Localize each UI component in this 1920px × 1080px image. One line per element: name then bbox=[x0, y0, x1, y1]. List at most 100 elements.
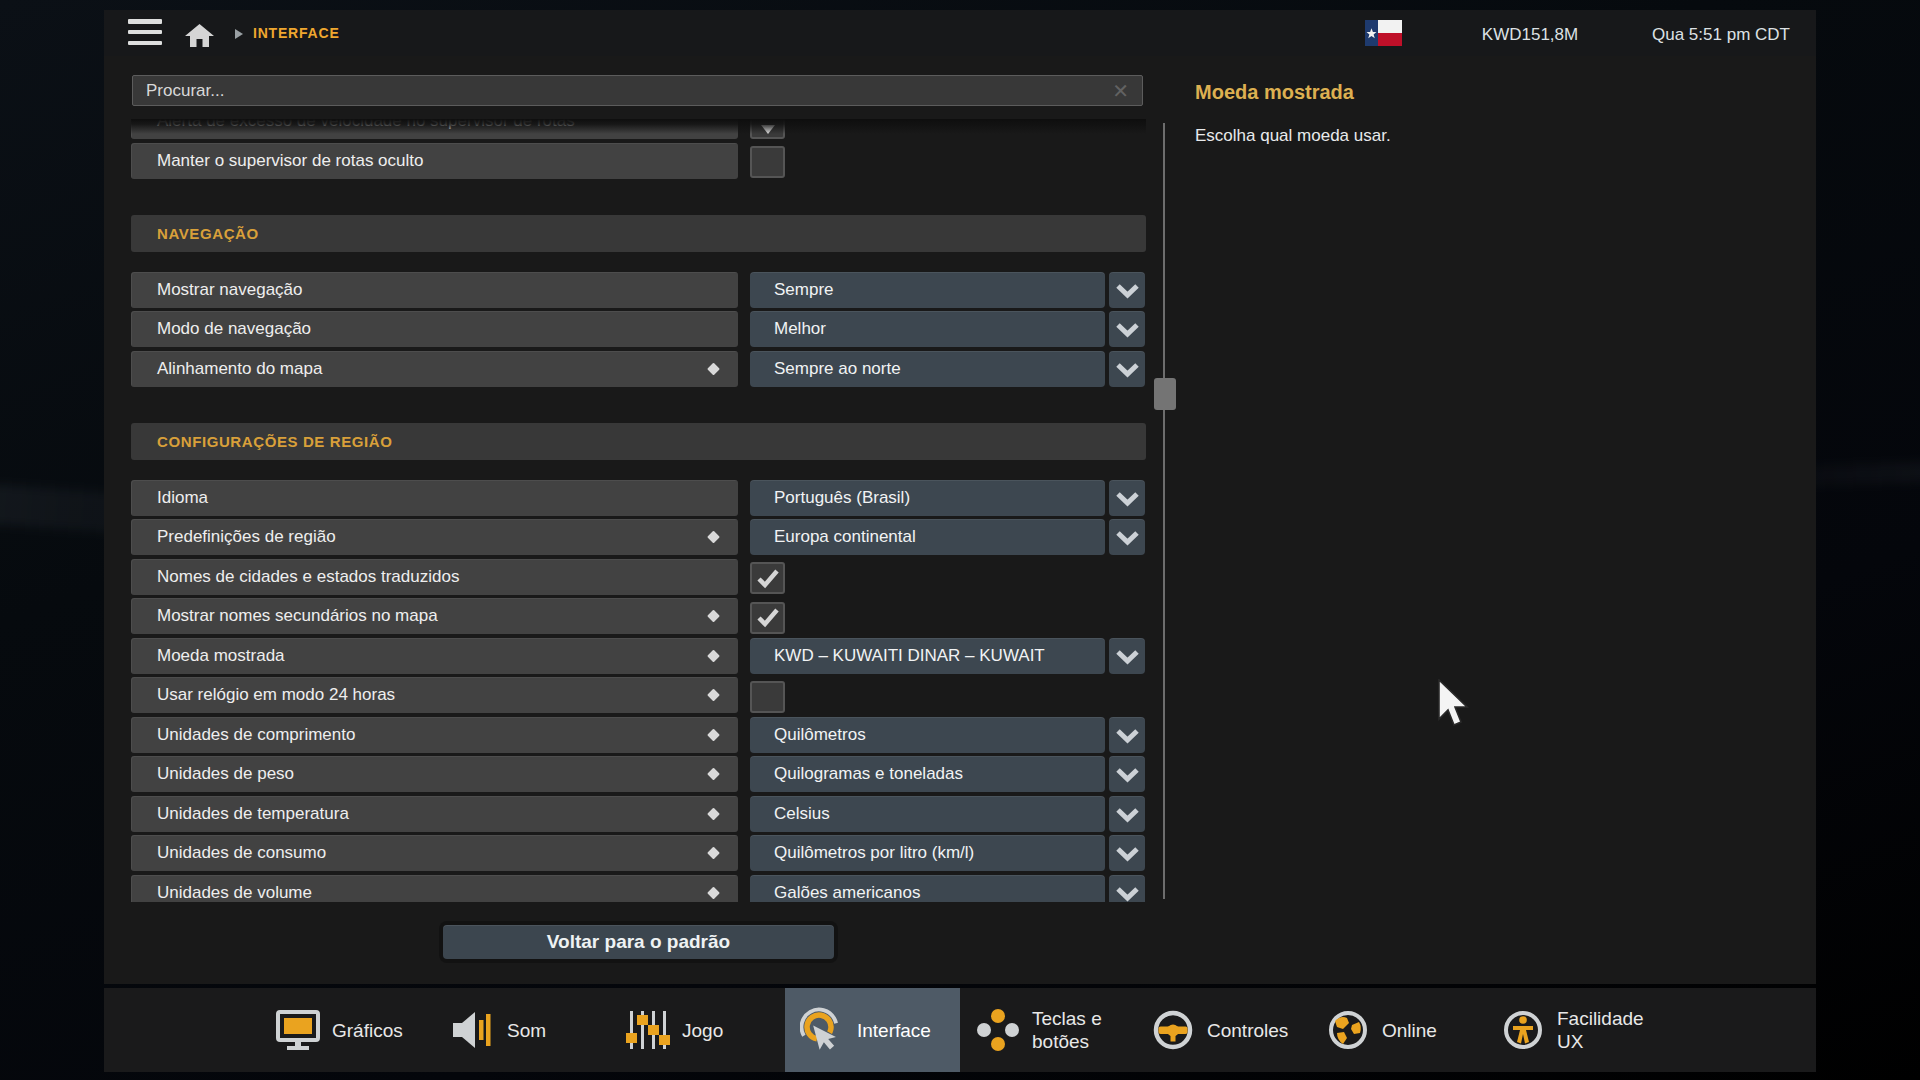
dropdown-value-text: Galões americanos bbox=[774, 883, 920, 903]
scrollbar-track[interactable] bbox=[1163, 123, 1165, 899]
nav-tab-som[interactable]: Som bbox=[435, 988, 610, 1072]
dropdown-value-text: Quilogramas e toneladas bbox=[774, 764, 963, 784]
checkbox[interactable] bbox=[750, 562, 785, 594]
top-bar: INTERFACE KWD151,8M Qua 5:51 pm CDT bbox=[104, 10, 1816, 56]
modified-diamond-icon bbox=[707, 847, 720, 860]
setting-label[interactable]: Predefinições de região bbox=[131, 519, 738, 555]
setting-row: Mostrar navegação Sempre bbox=[131, 272, 1146, 308]
dropdown-chevron-icon[interactable] bbox=[1109, 756, 1145, 792]
dropdown-value-text: Melhor bbox=[774, 319, 826, 339]
datetime-display: Qua 5:51 pm CDT bbox=[1617, 25, 1825, 45]
dropdown-chevron-icon[interactable] bbox=[750, 119, 785, 139]
setting-label[interactable]: Unidades de peso bbox=[131, 756, 738, 792]
setting-row: Manter o supervisor de rotas oculto bbox=[131, 143, 1146, 179]
scrollbar-thumb[interactable] bbox=[1154, 378, 1176, 410]
dropdown-value[interactable]: Sempre ao norte bbox=[750, 351, 1105, 387]
mouse-cursor bbox=[1437, 679, 1471, 731]
dropdown-chevron-icon[interactable] bbox=[1109, 272, 1145, 308]
setting-label[interactable]: Alerta de excesso de velocidade no super… bbox=[131, 119, 738, 140]
setting-label[interactable]: Unidades de consumo bbox=[131, 835, 738, 871]
setting-label-text: Mostrar nomes secundários no mapa bbox=[157, 606, 438, 626]
nav-tab-facilidade-ux[interactable]: Facilidade UX bbox=[1485, 988, 1660, 1072]
setting-row: Unidades de peso Quilogramas e toneladas bbox=[131, 756, 1146, 792]
setting-label[interactable]: Modo de navegação bbox=[131, 311, 738, 347]
search-input[interactable]: Procurar... ✕ bbox=[132, 75, 1143, 106]
setting-label-text: Idioma bbox=[157, 488, 208, 508]
setting-label-text: Mostrar navegação bbox=[157, 280, 303, 300]
setting-label-text: Manter o supervisor de rotas oculto bbox=[157, 151, 423, 171]
setting-label-text: Usar relógio em modo 24 horas bbox=[157, 685, 395, 705]
modified-diamond-icon bbox=[707, 610, 720, 623]
setting-label[interactable]: Mostrar nomes secundários no mapa bbox=[131, 598, 738, 634]
nav-tab-teclas-e-bot-es[interactable]: Teclas e botões bbox=[960, 988, 1135, 1072]
modified-diamond-icon bbox=[707, 649, 720, 662]
dropdown-chevron-icon[interactable] bbox=[1109, 875, 1145, 903]
modified-diamond-icon bbox=[707, 768, 720, 781]
setting-row: Unidades de volume Galões americanos bbox=[131, 875, 1146, 903]
setting-label[interactable]: Unidades de volume bbox=[131, 875, 738, 903]
setting-label[interactable]: Mostrar navegação bbox=[131, 272, 738, 308]
dropdown-chevron-icon[interactable] bbox=[1109, 717, 1145, 753]
dropdown-value-text: Europa continental bbox=[774, 527, 916, 547]
section-header: CONFIGURAÇÕES DE REGIÃO bbox=[131, 423, 1146, 460]
checkbox[interactable] bbox=[750, 602, 785, 634]
menu-icon[interactable] bbox=[128, 18, 162, 46]
dropdown-value[interactable]: Europa continental bbox=[750, 519, 1105, 555]
setting-label-text: Unidades de consumo bbox=[157, 843, 326, 863]
setting-label[interactable]: Alinhamento do mapa bbox=[131, 351, 738, 387]
dropdown-value[interactable]: Sempre bbox=[750, 272, 1105, 308]
breadcrumb-arrow-icon bbox=[235, 29, 243, 39]
setting-label[interactable]: Unidades de temperatura bbox=[131, 796, 738, 832]
setting-label[interactable]: Moeda mostrada bbox=[131, 638, 738, 674]
dropdown-chevron-icon[interactable] bbox=[1109, 796, 1145, 832]
setting-label[interactable]: Nomes de cidades e estados traduzidos bbox=[131, 559, 738, 595]
checkbox[interactable] bbox=[750, 681, 785, 713]
dropdown-chevron-icon[interactable] bbox=[1109, 311, 1145, 347]
dropdown-value-text: KWD – KUWAITI DINAR – KUWAIT bbox=[774, 646, 1045, 666]
dropdown-value-text: Sempre bbox=[774, 280, 834, 300]
steering-wheel-icon bbox=[1148, 1005, 1198, 1055]
dropdown-value[interactable]: Melhor bbox=[750, 311, 1105, 347]
setting-row: Predefinições de região Europa continenta… bbox=[131, 519, 1146, 555]
dropdown-chevron-icon[interactable] bbox=[1109, 351, 1145, 387]
setting-label-text: Nomes de cidades e estados traduzidos bbox=[157, 567, 459, 587]
dpad-icon bbox=[973, 1005, 1023, 1055]
home-icon[interactable] bbox=[185, 24, 214, 47]
dropdown-value[interactable]: Quilômetros bbox=[750, 717, 1105, 753]
nav-tab-jogo[interactable]: Jogo bbox=[610, 988, 785, 1072]
bottom-nav-bar: Gráficos SomJogoInterfaceTeclas e botõesC… bbox=[104, 988, 1816, 1072]
dropdown-chevron-icon[interactable] bbox=[1109, 638, 1145, 674]
setting-label[interactable]: Usar relógio em modo 24 horas bbox=[131, 677, 738, 713]
nav-tab-label: Online bbox=[1382, 1019, 1437, 1042]
settings-list: Alerta de excesso de velocidade no super… bbox=[131, 119, 1146, 903]
settings-viewport: Alerta de excesso de velocidade no super… bbox=[131, 119, 1146, 903]
reset-to-default-button[interactable]: Voltar para o padrão bbox=[443, 925, 834, 959]
nav-tab-controles[interactable]: Controles bbox=[1135, 988, 1310, 1072]
setting-row: Nomes de cidades e estados traduzidos bbox=[131, 559, 1146, 595]
dropdown-value[interactable]: Celsius bbox=[750, 796, 1105, 832]
section-header: NAVEGAÇÃO bbox=[131, 215, 1146, 252]
setting-label-text: Moeda mostrada bbox=[157, 646, 285, 666]
setting-label[interactable]: Manter o supervisor de rotas oculto bbox=[131, 143, 738, 179]
dropdown-value-text: Quilômetros bbox=[774, 725, 866, 745]
dropdown-value[interactable]: Quilogramas e toneladas bbox=[750, 756, 1105, 792]
nav-tab-gr-ficos[interactable]: Gráficos bbox=[260, 988, 435, 1072]
nav-tab-interface[interactable]: Interface bbox=[785, 988, 960, 1072]
dropdown-chevron-icon[interactable] bbox=[1109, 835, 1145, 871]
dropdown-chevron-icon[interactable] bbox=[1109, 519, 1145, 555]
dropdown-value[interactable]: Galões americanos bbox=[750, 875, 1105, 903]
clear-search-icon[interactable]: ✕ bbox=[1112, 79, 1129, 103]
nav-tab-label: Gráficos bbox=[332, 1019, 403, 1042]
dropdown-value[interactable]: Português (Brasil) bbox=[750, 480, 1105, 516]
dropdown-chevron-icon[interactable] bbox=[1109, 480, 1145, 516]
dropdown-value[interactable]: KWD – KUWAITI DINAR – KUWAIT bbox=[750, 638, 1105, 674]
checkbox[interactable] bbox=[750, 146, 785, 178]
nav-tab-online[interactable]: Online bbox=[1310, 988, 1485, 1072]
dropdown-value[interactable]: Quilômetros por litro (km/l) bbox=[750, 835, 1105, 871]
setting-label[interactable]: Unidades de comprimento bbox=[131, 717, 738, 753]
modified-diamond-icon bbox=[707, 807, 720, 820]
setting-label[interactable]: Idioma bbox=[131, 480, 738, 516]
setting-row: Modo de navegação Melhor bbox=[131, 311, 1146, 347]
setting-label-text: Unidades de volume bbox=[157, 883, 312, 903]
modified-diamond-icon bbox=[707, 689, 720, 702]
